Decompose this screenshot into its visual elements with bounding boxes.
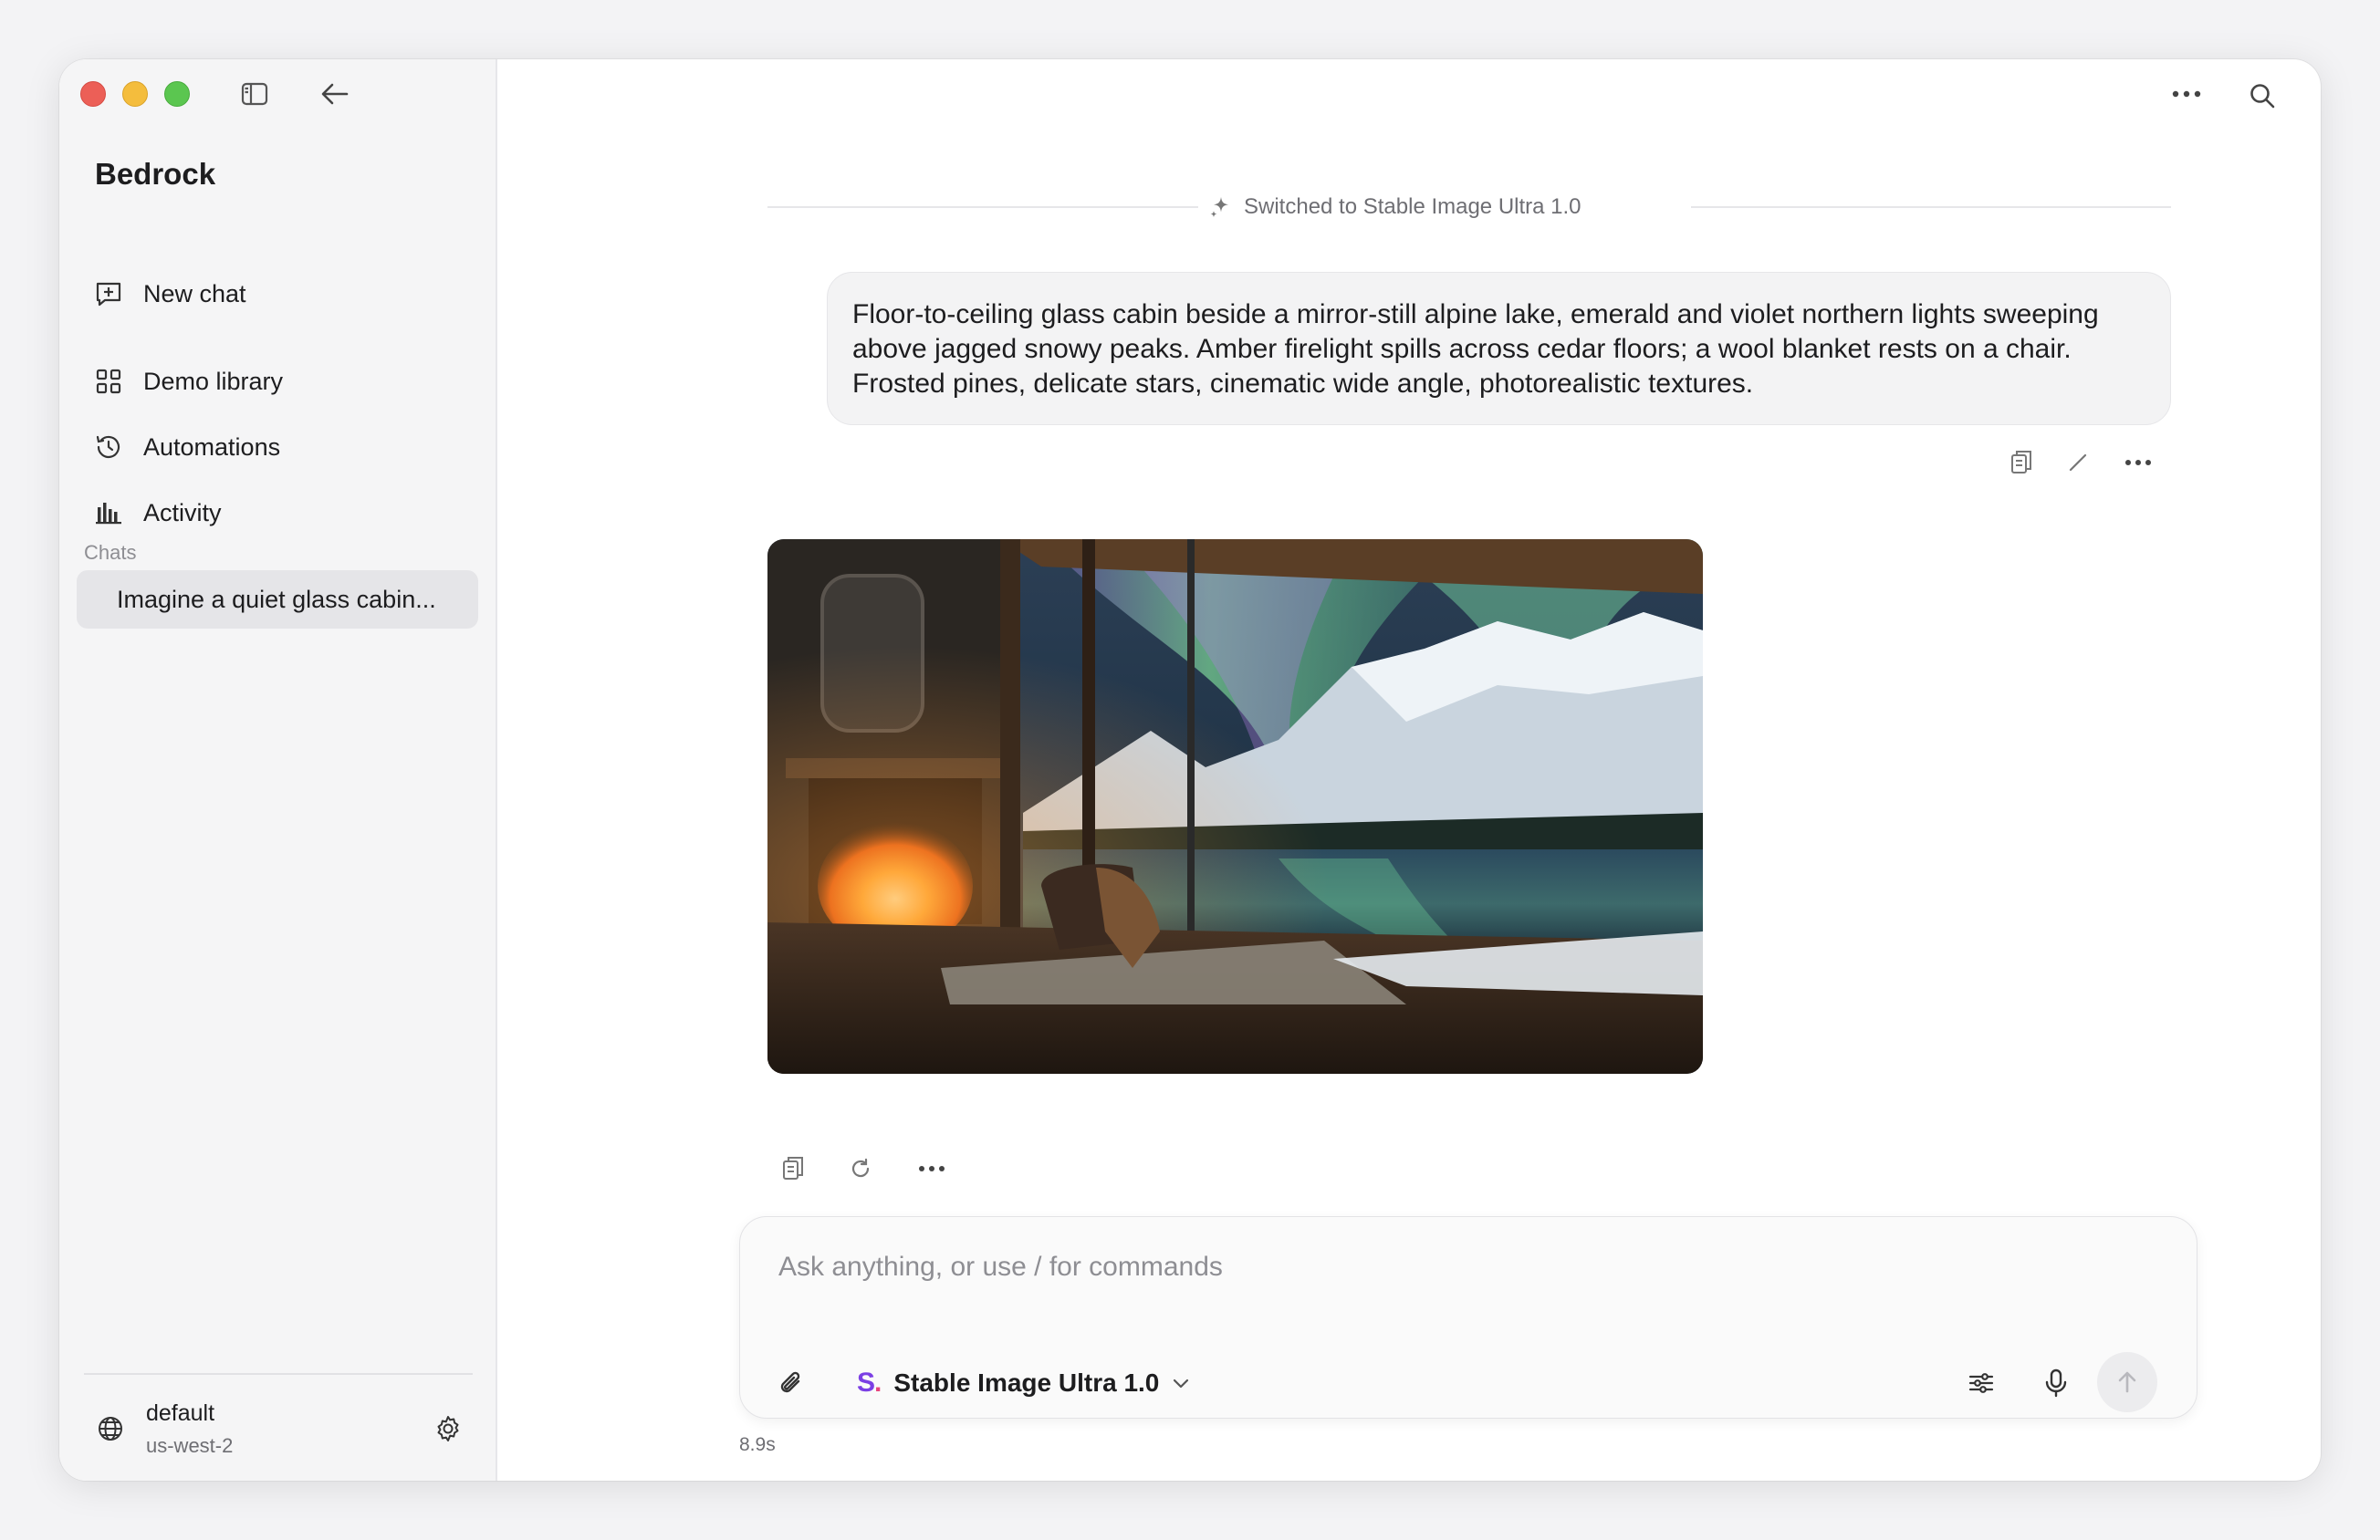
sidebar-toggle-button[interactable] [236,78,273,110]
app-window: Bedrock New chat Demo library Automation… [59,59,2321,1481]
ellipsis-icon [2172,90,2201,98]
model-switch-text: Switched to Stable Image Ultra 1.0 [1244,194,1581,219]
sidebar-item-activity[interactable]: Activity [94,490,222,536]
grid-icon [96,369,121,394]
regenerate-button[interactable] [842,1150,879,1187]
model-switch-notice: Switched to Stable Image Ultra 1.0 [1209,192,1581,223]
settings-button[interactable] [433,1414,463,1448]
user-message-text: Floor-to-ceiling glass cabin beside a mi… [852,299,2099,399]
bar-chart-icon [96,503,121,525]
app-title: Bedrock [95,157,216,191]
stability-logo-letter: S [857,1368,875,1398]
copy-icon [783,1157,803,1180]
history-icon [96,435,120,459]
new-chat-icon [96,282,121,307]
pencil-icon [2069,453,2087,472]
copy-message-button[interactable] [2003,444,2040,481]
arrow-left-icon [321,83,349,105]
voice-input-button[interactable] [2034,1361,2078,1405]
sidebar-item-automations[interactable]: Automations [94,424,280,470]
new-chat-button[interactable]: New chat [94,271,246,317]
user-message-bubble: Floor-to-ceiling glass cabin beside a mi… [827,272,2171,425]
profile-region: us-west-2 [146,1434,234,1457]
chat-list-item-title: Imagine a quiet glass cabin... [117,585,436,613]
nav-label-new-chat: New chat [143,279,246,307]
nav-label-demo-library: Demo library [143,367,284,395]
profile-name: default [146,1400,215,1426]
refresh-icon [851,1158,870,1178]
sidebar: Bedrock New chat Demo library Automation… [59,59,497,1481]
stability-logo-dot: . [874,1368,882,1398]
stability-logo-icon: S. [857,1368,882,1399]
search-button[interactable] [2244,78,2281,114]
nav-label-automations: Automations [143,432,281,461]
response-time: 8.9s [739,1434,776,1455]
generated-image[interactable] [767,539,1703,1074]
attach-button[interactable] [769,1361,813,1405]
back-button[interactable] [315,78,355,110]
send-button[interactable] [2097,1352,2157,1412]
zoom-window-button[interactable] [164,81,190,107]
chats-section-label: Chats [84,541,137,564]
gear-icon [437,1416,459,1441]
divider-line-left [767,206,1198,208]
edit-message-button[interactable] [2060,444,2096,481]
image-more-button[interactable] [912,1150,952,1187]
message-composer: S. Stable Image Ultra 1.0 [739,1216,2197,1419]
copy-icon [2011,451,2031,473]
parameters-button[interactable] [1959,1361,2003,1405]
model-selector[interactable]: S. Stable Image Ultra 1.0 [857,1361,1190,1405]
sidebar-divider [84,1373,473,1375]
minimize-window-button[interactable] [122,81,148,107]
arrow-up-icon [2118,1371,2136,1393]
model-name: Stable Image Ultra 1.0 [893,1368,1160,1397]
globe-icon[interactable] [96,1414,125,1448]
divider-line-right [1691,206,2171,208]
ellipsis-icon [919,1166,945,1171]
sparkle-icon [1210,197,1228,218]
sliders-icon [1968,1373,1994,1393]
chat-main-area: Switched to Stable Image Ultra 1.0 Floor… [497,59,2321,1481]
nav-label-activity: Activity [143,498,222,526]
ellipsis-icon [2125,460,2151,465]
paperclip-icon [780,1371,800,1393]
message-more-button[interactable] [2118,444,2158,481]
close-window-button[interactable] [80,81,106,107]
message-input[interactable] [778,1248,2056,1286]
sidebar-toggle-icon [241,82,268,106]
microphone-icon [2045,1368,2067,1398]
copy-image-button[interactable] [775,1150,811,1187]
chat-list-item[interactable]: Imagine a quiet glass cabin... [77,570,478,629]
search-icon [2250,84,2275,109]
sidebar-item-demo-library[interactable]: Demo library [94,359,283,404]
chevron-down-icon [1174,1379,1189,1389]
more-options-button[interactable] [2164,78,2209,110]
